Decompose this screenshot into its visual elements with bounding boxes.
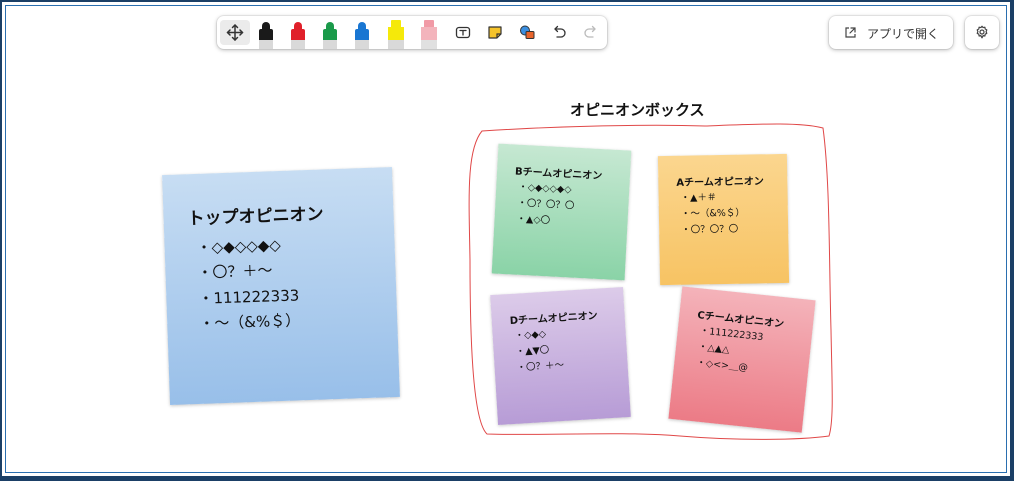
note-line: ・◇◆◇◇◆◇ [196, 235, 282, 257]
note-title: Dチームオピニオン [509, 310, 598, 328]
sticky-note-team-b[interactable]: Bチームオピニオン ・◇◆◇◇◆◇ ・〇？〇？〇 ・▲◇〇 [491, 143, 632, 281]
note-line: ・▲◇〇 [516, 213, 551, 227]
note-title: Aチームオピニオン [676, 176, 764, 189]
note-line: ・〇？＋〜 [516, 359, 565, 374]
note-title: トップオピニオン [187, 204, 324, 230]
note-line: ・〇？＋〜 [197, 261, 273, 282]
note-line: ・〜（&%＄） [680, 207, 745, 220]
note-line: ・111222333 [198, 286, 300, 308]
note-line: ・△▲△ [697, 341, 730, 356]
note-line: ・〜（&%＄） [198, 311, 301, 333]
sticky-note-team-a[interactable]: Aチームオピニオン ・▲＋＃ ・〜（&%＄） ・〇？〇？〇 [657, 153, 790, 286]
sticky-note-team-c[interactable]: Cチームオピニオン ・111222333 ・△▲△ ・◇<>＿@ [668, 286, 816, 433]
note-line: ・◇◆◇ [514, 328, 547, 342]
note-line: ・◇<>＿@ [695, 357, 749, 374]
note-line: ・〇？〇？〇 [517, 197, 575, 212]
note-line: ・▲＋＃ [680, 192, 717, 204]
sticky-note-team-d[interactable]: Dチームオピニオン ・◇◆◇ ・▲▼〇 ・〇？＋〜 [490, 287, 631, 425]
note-line: ・◇◆◇◇◆◇ [517, 181, 572, 196]
sticky-note-top-opinion[interactable]: トップオピニオン ・◇◆◇◇◆◇ ・〇？＋〜 ・111222333 ・〜（&%＄… [162, 167, 400, 405]
note-line: ・▲▼〇 [515, 344, 550, 358]
note-line: ・〇？〇？〇 [681, 223, 739, 236]
